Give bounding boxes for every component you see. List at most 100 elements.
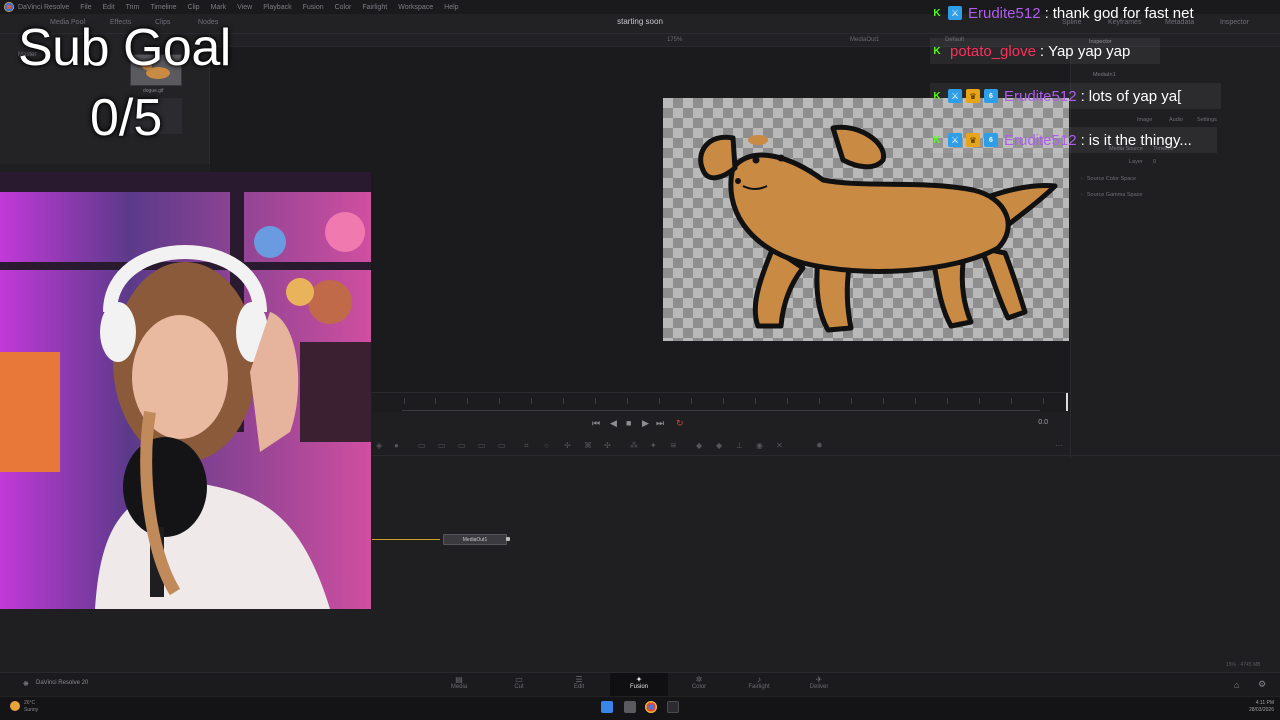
menu-mark[interactable]: Mark xyxy=(211,4,227,11)
menu-help[interactable]: Help xyxy=(444,4,458,11)
kick-badge-icon: K xyxy=(933,90,941,102)
page-cut[interactable]: ▭ Cut xyxy=(490,673,548,697)
layer-value[interactable]: 0 xyxy=(1153,159,1156,165)
menu-fairlight[interactable]: Fairlight xyxy=(362,4,387,11)
tool-icon[interactable]: ✢ xyxy=(564,441,571,450)
node-output-port[interactable] xyxy=(506,537,510,541)
tool-icon[interactable]: ▭ xyxy=(458,441,466,450)
playhead[interactable] xyxy=(1066,393,1068,411)
color-page-icon: ✲ xyxy=(695,675,703,684)
menu-workspace[interactable]: Workspace xyxy=(398,4,433,11)
tool-icon[interactable]: ⌘ xyxy=(584,441,592,450)
tool-icon[interactable]: ⌗ xyxy=(524,441,529,451)
time-ruler[interactable] xyxy=(372,392,1070,412)
play-icon[interactable]: ▶ xyxy=(642,418,649,429)
menu-color[interactable]: Color xyxy=(335,4,352,11)
menu-playback[interactable]: Playback xyxy=(263,4,291,11)
page-label: Fairlight xyxy=(748,684,770,690)
sub-goal-title: Sub Goal xyxy=(18,19,231,77)
section-label: Source Color Space xyxy=(1086,176,1137,182)
page-color[interactable]: ✲ Color xyxy=(670,673,728,697)
tool-icon[interactable]: ▭ xyxy=(438,441,446,450)
more-options-icon[interactable]: ⋯ xyxy=(1055,441,1063,450)
menu-view[interactable]: View xyxy=(237,4,252,11)
home-icon[interactable]: ⌂ xyxy=(1234,680,1239,690)
section-source-gamma-space[interactable]: › Source Gamma Space xyxy=(1081,192,1142,198)
inspector-tab-audio[interactable]: Audio xyxy=(1169,117,1183,123)
system-clock[interactable]: 4:11 PM 28/03/2026 xyxy=(1238,700,1274,714)
page-edit[interactable]: ☰ Edit xyxy=(550,673,608,697)
loop-icon[interactable]: ↻ xyxy=(676,418,684,429)
menu-edit[interactable]: Edit xyxy=(103,4,115,11)
taskview-icon[interactable] xyxy=(624,701,636,713)
chrome-icon[interactable] xyxy=(645,701,657,713)
edit-page-icon: ☰ xyxy=(575,675,583,684)
start-icon[interactable] xyxy=(601,701,613,713)
tool-icon[interactable]: ▭ xyxy=(478,441,486,450)
weather-temp: 26°C xyxy=(24,700,36,706)
chevron-right-icon: › xyxy=(1081,176,1083,182)
moderator-badge-icon: ⚔ xyxy=(948,133,962,147)
chat-message: K ⚔ ♛ 6 Erudite512 : is it the thingy... xyxy=(930,127,1217,153)
tool-icon[interactable]: ▭ xyxy=(418,441,426,450)
node-editor[interactable] xyxy=(372,458,1280,663)
tool-icon[interactable]: ▭ xyxy=(498,441,506,450)
chat-message: K potato_glove : Yap yap yap xyxy=(930,38,1161,64)
go-to-start-icon[interactable]: ⏮ xyxy=(592,418,600,429)
weather-sun-icon xyxy=(10,701,20,711)
menu-clip[interactable]: Clip xyxy=(188,4,200,11)
tool-icon[interactable]: ≋ xyxy=(670,441,677,450)
menu-app[interactable]: DaVinci Resolve xyxy=(18,4,69,11)
page-label: Media xyxy=(450,684,468,690)
windows-taskbar xyxy=(0,696,1280,720)
menu-trim[interactable]: Trim xyxy=(126,4,140,11)
page-media[interactable]: ▤ Media xyxy=(430,673,488,697)
tool-icon[interactable]: ◆ xyxy=(696,441,702,450)
subscriber-badge-icon: 6 xyxy=(984,89,998,103)
tool-icon[interactable]: ◆ xyxy=(716,441,722,450)
tool-icon[interactable]: ⊥ xyxy=(736,441,743,450)
inspector-tab-settings[interactable]: Settings xyxy=(1197,117,1217,123)
inspector-node-name: MediaIn1 xyxy=(1093,72,1116,78)
weather-widget[interactable]: 26°C Sunny xyxy=(24,700,38,714)
kick-badge-icon: K xyxy=(933,45,941,57)
inspector-tab-image[interactable]: Image xyxy=(1137,117,1152,123)
play-reverse-icon[interactable]: ◀ xyxy=(610,418,617,429)
viewer-node-label: MediaOut1 xyxy=(850,37,880,43)
zoom-dropdown[interactable]: 175% xyxy=(667,37,682,43)
subscriber-badge-icon: 6 xyxy=(984,133,998,147)
stop-icon[interactable]: ■ xyxy=(626,418,631,428)
moderator-badge-icon: ⚔ xyxy=(948,6,962,20)
deliver-page-icon: ✈ xyxy=(815,675,823,684)
tool-icon[interactable]: ◈ xyxy=(376,441,382,450)
moderator-badge-icon: ⚔ xyxy=(948,89,962,103)
resolve-taskbar-icon[interactable] xyxy=(667,701,679,713)
page-deliver[interactable]: ✈ Deliver xyxy=(790,673,848,697)
page-label: Edit xyxy=(573,684,585,690)
go-to-end-icon[interactable]: ⏭ xyxy=(656,418,664,429)
section-source-color-space[interactable]: › Source Color Space xyxy=(1081,176,1136,182)
gear-icon[interactable]: ⚙ xyxy=(1258,679,1266,690)
tool-icon[interactable]: ✣ xyxy=(604,441,611,450)
chat-text: thank god for fast net xyxy=(1052,4,1194,22)
menu-timeline[interactable]: Timeline xyxy=(150,4,176,11)
tool-icon[interactable]: ◉ xyxy=(756,441,763,450)
page-label: Color xyxy=(691,684,707,690)
inspector-tab[interactable]: Inspector xyxy=(1220,19,1249,26)
tool-icon[interactable]: ✕ xyxy=(776,441,783,450)
webcam-feed xyxy=(0,172,371,609)
chat-username: Erudite512 xyxy=(1004,87,1077,105)
tool-icon[interactable]: ✦ xyxy=(650,441,657,450)
page-fairlight[interactable]: ♪ Fairlight xyxy=(730,673,788,697)
menu-fusion[interactable]: Fusion xyxy=(303,4,324,11)
tool-icon[interactable]: ⁂ xyxy=(630,441,638,450)
node-mediaout[interactable]: MediaOut1 xyxy=(443,534,507,545)
kick-badge-icon: K xyxy=(933,7,941,19)
tool-icon[interactable]: ✹ xyxy=(816,441,823,450)
drop-icon[interactable]: ● xyxy=(394,441,399,450)
menu-file[interactable]: File xyxy=(80,4,91,11)
page-fusion[interactable]: ✦ Fusion xyxy=(610,673,668,697)
sub-goal-count: 0/5 xyxy=(90,89,163,147)
transport-controls: ⏮ ◀ ■ ▶ ⏭ ↻ 0.0 xyxy=(372,416,1070,434)
tool-icon[interactable]: ○ xyxy=(544,441,549,450)
